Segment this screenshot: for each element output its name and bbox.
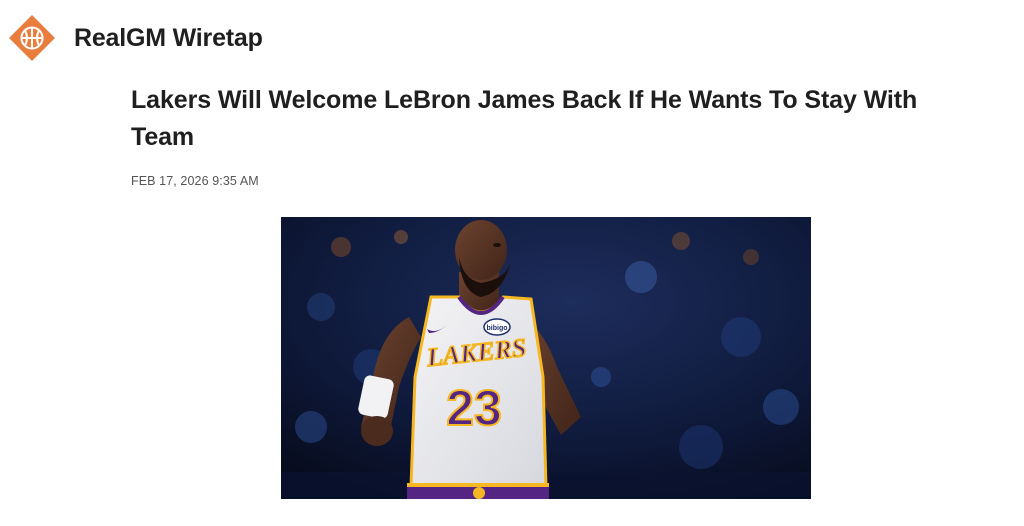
article-title: Lakers Will Welcome LeBron James Back If…: [131, 86, 918, 151]
site-header-link[interactable]: RealGM Wiretap: [8, 14, 263, 62]
player-photo: bibigo LAKERS 23: [281, 217, 811, 499]
article-page: RealGM Wiretap Lakers Will Welcome LeBro…: [0, 0, 1024, 526]
jersey-number: 23: [446, 380, 502, 436]
site-name[interactable]: RealGM Wiretap: [74, 24, 263, 53]
jersey-patch: bibigo: [487, 325, 508, 332]
basketball-logo-icon: [9, 15, 55, 61]
article-timestamp: FEB 17, 2026 9:35 AM: [131, 174, 259, 188]
article-photo: bibigo LAKERS 23: [281, 217, 811, 499]
